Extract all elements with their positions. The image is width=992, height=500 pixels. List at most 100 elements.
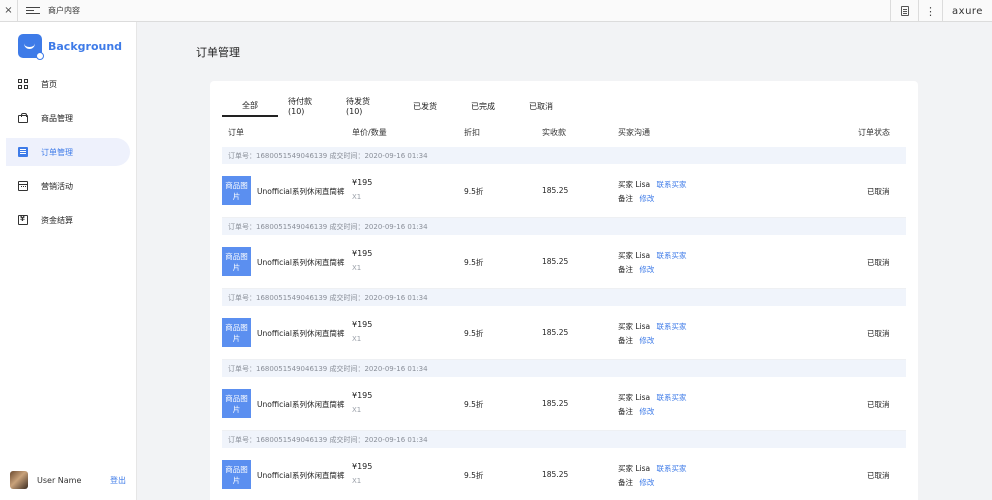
buyer-info: 买家 Lisa 联系买家 bbox=[618, 392, 687, 403]
product-name[interactable]: Unofficial系列休闲直筒裤 bbox=[257, 186, 344, 197]
sidebar-item-label: 营销活动 bbox=[41, 181, 73, 191]
sidebar-item-label: 订单管理 bbox=[41, 147, 73, 157]
buyer-info: 买家 Lisa 联系买家 bbox=[618, 250, 687, 261]
quantity: X1 bbox=[352, 406, 362, 414]
note-label: 备注 bbox=[618, 336, 633, 345]
amount-paid: 185.25 bbox=[542, 328, 569, 337]
unit-price: ¥195 bbox=[352, 178, 373, 187]
discount: 9.5折 bbox=[464, 329, 484, 338]
order-item: 商品图片 Unofficial系列休闲直筒裤 ¥195 X1 9.5折 185.… bbox=[222, 448, 906, 500]
unit-price: ¥195 bbox=[352, 462, 373, 471]
contact-buyer-link[interactable]: 联系买家 bbox=[657, 322, 687, 331]
amount-paid: 185.25 bbox=[542, 399, 569, 408]
money-icon bbox=[18, 215, 28, 225]
note-label: 备注 bbox=[618, 478, 633, 487]
note-label: 备注 bbox=[618, 265, 633, 274]
calendar-icon bbox=[18, 181, 28, 191]
logout-link[interactable]: 登出 bbox=[110, 475, 126, 486]
shopping-bag-icon bbox=[18, 113, 28, 123]
order-tabs: 全部 待付款(10) 待发货(10) 已发货 已完成 已取消 bbox=[222, 95, 570, 117]
order-number-row: 订单号：1680051549046139 成交时间：2020-09-16 01:… bbox=[222, 431, 906, 448]
buyer-info: 买家 Lisa 联系买家 bbox=[618, 179, 687, 190]
buyer-name: Lisa bbox=[635, 180, 651, 189]
sidebar-item-label: 商品管理 bbox=[41, 113, 73, 123]
menu-icon[interactable] bbox=[26, 7, 40, 14]
sidebar-item-orders[interactable]: 订单管理 bbox=[6, 138, 130, 166]
note-info: 备注 修改 bbox=[618, 477, 654, 488]
order-status: 已取消 bbox=[867, 329, 890, 338]
order-number-row: 订单号：1680051549046139 成交时间：2020-09-16 01:… bbox=[222, 147, 906, 164]
edit-note-link[interactable]: 修改 bbox=[639, 194, 654, 203]
order-item: 商品图片 Unofficial系列休闲直筒裤 ¥195 X1 9.5折 185.… bbox=[222, 164, 906, 218]
product-name[interactable]: Unofficial系列休闲直筒裤 bbox=[257, 399, 344, 410]
product-name[interactable]: Unofficial系列休闲直筒裤 bbox=[257, 470, 344, 481]
tab-cancelled[interactable]: 已取消 bbox=[512, 95, 570, 117]
unit-price: ¥195 bbox=[352, 249, 373, 258]
order-status: 已取消 bbox=[867, 400, 890, 409]
order-status: 已取消 bbox=[867, 471, 890, 480]
window-title: 商户内容 bbox=[48, 6, 80, 15]
close-icon[interactable]: × bbox=[0, 0, 18, 22]
edit-note-link[interactable]: 修改 bbox=[639, 265, 654, 274]
product-image[interactable]: 商品图片 bbox=[222, 176, 251, 205]
note-info: 备注 修改 bbox=[618, 406, 654, 417]
product-image[interactable]: 商品图片 bbox=[222, 247, 251, 276]
logo-icon bbox=[18, 34, 44, 60]
column-header-status: 订单状态 bbox=[858, 128, 890, 137]
discount: 9.5折 bbox=[464, 400, 484, 409]
order-status: 已取消 bbox=[867, 258, 890, 267]
contact-buyer-link[interactable]: 联系买家 bbox=[657, 251, 687, 260]
buyer-label: 买家 bbox=[618, 393, 633, 402]
note-label: 备注 bbox=[618, 407, 633, 416]
contact-buyer-link[interactable]: 联系买家 bbox=[657, 180, 687, 189]
sidebar-item-products[interactable]: 商品管理 bbox=[6, 104, 130, 132]
product-image[interactable]: 商品图片 bbox=[222, 318, 251, 347]
page-title: 订单管理 bbox=[196, 46, 240, 59]
order-row: 订单号：1680051549046139 成交时间：2020-09-16 01:… bbox=[222, 147, 906, 218]
table-header: 订单 单价/数量 折扣 实收款 买家沟通 订单状态 bbox=[222, 127, 906, 145]
order-number-row: 订单号：1680051549046139 成交时间：2020-09-16 01:… bbox=[222, 218, 906, 235]
product-name[interactable]: Unofficial系列休闲直筒裤 bbox=[257, 328, 344, 339]
sidebar-item-marketing[interactable]: 营销活动 bbox=[6, 172, 130, 200]
more-options-icon[interactable]: ⋮ bbox=[918, 0, 942, 22]
tab-pending-payment[interactable]: 待付款(10) bbox=[278, 95, 336, 117]
tab-completed[interactable]: 已完成 bbox=[454, 95, 512, 117]
edit-note-link[interactable]: 修改 bbox=[639, 336, 654, 345]
order-list-icon bbox=[18, 147, 28, 157]
avatar[interactable] bbox=[10, 471, 28, 489]
product-name[interactable]: Unofficial系列休闲直筒裤 bbox=[257, 257, 344, 268]
sidebar-item-settlement[interactable]: 资金结算 bbox=[6, 206, 130, 234]
quantity: X1 bbox=[352, 193, 362, 201]
sidebar: Background 首页 商品管理 订单管理 营销活动 资金结算 User N… bbox=[0, 22, 137, 500]
app-logo[interactable]: Background bbox=[18, 34, 123, 60]
document-icon[interactable] bbox=[890, 0, 918, 22]
column-header-buyer: 买家沟通 bbox=[618, 128, 650, 137]
contact-buyer-link[interactable]: 联系买家 bbox=[657, 393, 687, 402]
unit-price: ¥195 bbox=[352, 320, 373, 329]
contact-buyer-link[interactable]: 联系买家 bbox=[657, 464, 687, 473]
product-image[interactable]: 商品图片 bbox=[222, 460, 251, 489]
logo-text: Background bbox=[48, 39, 123, 53]
discount: 9.5折 bbox=[464, 258, 484, 267]
edit-note-link[interactable]: 修改 bbox=[639, 478, 654, 487]
order-item: 商品图片 Unofficial系列休闲直筒裤 ¥195 X1 9.5折 185.… bbox=[222, 306, 906, 360]
tab-pending-shipment[interactable]: 待发货(10) bbox=[336, 95, 396, 117]
product-image[interactable]: 商品图片 bbox=[222, 389, 251, 418]
order-number-row: 订单号：1680051549046139 成交时间：2020-09-16 01:… bbox=[222, 289, 906, 306]
sidebar-item-label: 资金结算 bbox=[41, 215, 73, 225]
order-status: 已取消 bbox=[867, 187, 890, 196]
order-row: 订单号：1680051549046139 成交时间：2020-09-16 01:… bbox=[222, 218, 906, 289]
user-name: User Name bbox=[37, 475, 82, 485]
order-list: 订单号：1680051549046139 成交时间：2020-09-16 01:… bbox=[222, 147, 906, 500]
quantity: X1 bbox=[352, 335, 362, 343]
buyer-info: 买家 Lisa 联系买家 bbox=[618, 463, 687, 474]
column-header-price-qty: 单价/数量 bbox=[352, 128, 387, 137]
column-header-discount: 折扣 bbox=[464, 128, 480, 137]
discount: 9.5折 bbox=[464, 471, 484, 480]
edit-note-link[interactable]: 修改 bbox=[639, 407, 654, 416]
tab-all[interactable]: 全部 bbox=[222, 95, 278, 117]
note-info: 备注 修改 bbox=[618, 193, 654, 204]
sidebar-item-home[interactable]: 首页 bbox=[6, 70, 130, 98]
order-row: 订单号：1680051549046139 成交时间：2020-09-16 01:… bbox=[222, 360, 906, 431]
tab-shipped[interactable]: 已发货 bbox=[396, 95, 454, 117]
